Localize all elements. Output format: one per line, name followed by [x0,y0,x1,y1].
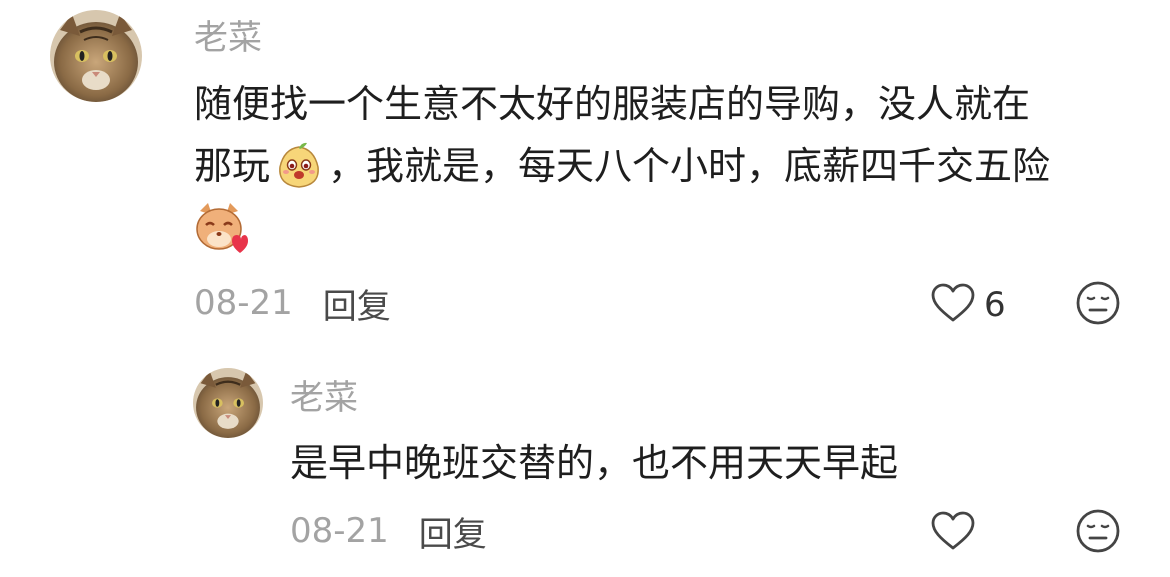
comment-body: 随便找一个生意不太好的服装店的导购，没人就在 那玩 ，我就是，每天八个小时，底薪… [194,73,1050,259]
dislike-button[interactable] [1075,280,1121,330]
neutral-face-icon [1075,280,1121,330]
comment-meta: 08-21 回复 [194,279,391,328]
comment-text-line-3 [194,197,1050,259]
comment-author[interactable]: 老菜 [290,378,358,418]
comment-meta: 08-21 回复 [290,507,487,556]
comment: 老菜 随便找一个生意不太好的服装店的导购，没人就在 那玩 ，我就是，每天八个小时… [0,0,1170,350]
reply-button[interactable]: 回复 [323,279,391,328]
comment-text-segment: ，我就是，每天八个小时，底薪四千交五险 [328,144,1051,188]
dislike-button[interactable] [1075,508,1121,558]
comment-text-line: 是早中晚班交替的，也不用天天早起 [290,441,899,485]
avatar[interactable] [193,368,263,438]
avatar[interactable] [50,10,142,102]
comment-text-line: 随便找一个生意不太好的服装店的导购，没人就在 [194,82,1031,126]
reply-comment: 老菜 是早中晚班交替的，也不用天天早起 08-21 回复 [0,350,1170,577]
reply-button[interactable]: 回复 [419,507,487,556]
comment-text-segment: 那玩 [194,144,271,188]
like-button[interactable] [930,510,976,556]
comment-date: 08-21 [194,283,293,323]
comment-body: 是早中晚班交替的，也不用天天早起 [290,432,898,494]
like-count: 6 [984,285,1006,325]
comment-author[interactable]: 老菜 [194,18,262,58]
heart-outline-icon [930,510,976,556]
pear-emoji-icon [274,141,324,191]
like-button[interactable]: 6 [930,282,1006,328]
heart-outline-icon [930,282,976,328]
comment-date: 08-21 [290,511,389,551]
cat-heart-emoji-icon [194,201,248,255]
comment-text-line-2: 那玩 ，我就是，每天八个小时，底薪四千交五险 [194,135,1050,197]
neutral-face-icon [1075,508,1121,558]
